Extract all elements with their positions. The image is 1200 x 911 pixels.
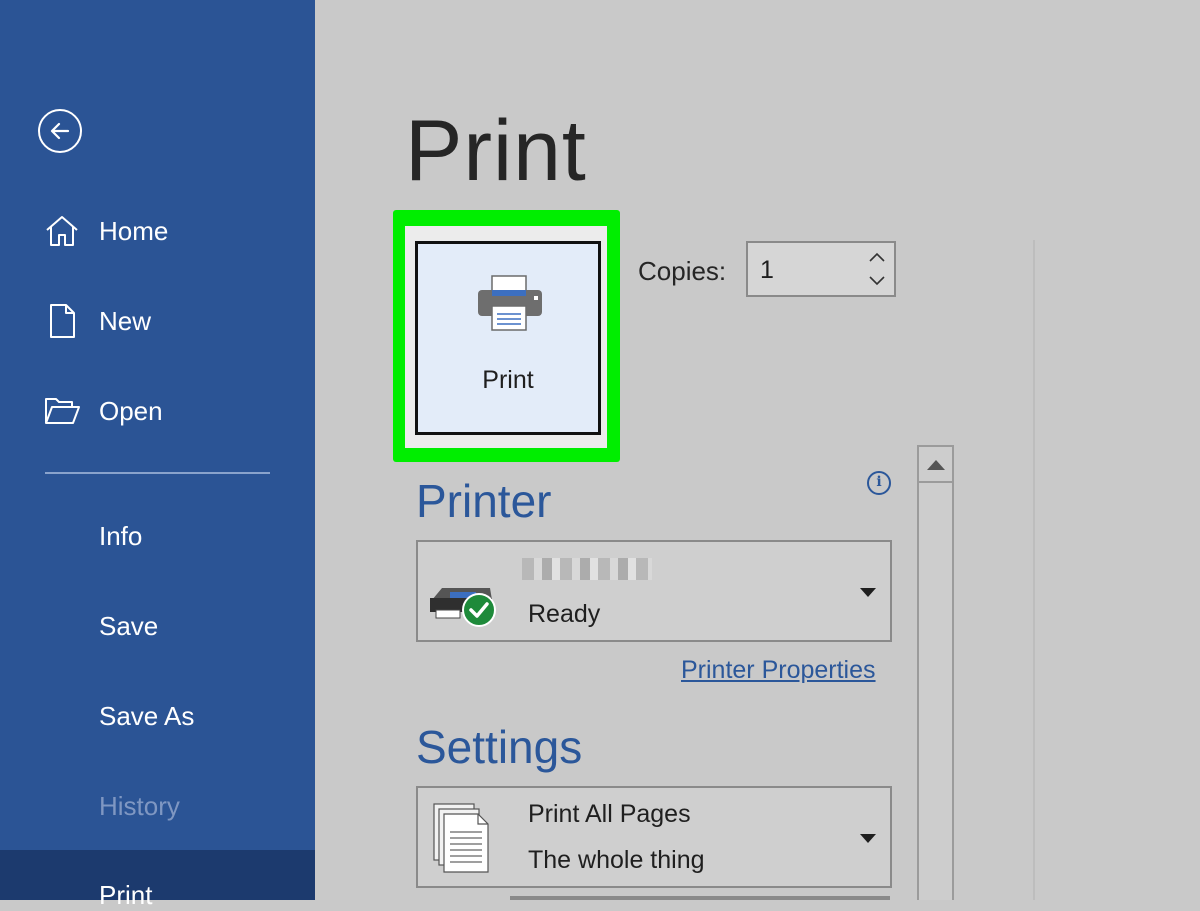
scroll-up-arrow-icon (927, 460, 945, 470)
sidebar-item-label: Info (99, 520, 143, 551)
new-document-icon (50, 304, 75, 338)
open-folder-icon (45, 398, 80, 424)
print-pages-dropdown[interactable]: Print All Pages The whole thing (416, 786, 892, 888)
printer-ready-icon (430, 588, 496, 627)
sidebar-item-label: Open (99, 395, 163, 426)
back-arrow-icon (50, 122, 70, 140)
chevron-up-icon[interactable] (866, 250, 888, 266)
print-button-label: Print (482, 366, 534, 394)
dropdown-arrow-icon (860, 588, 876, 597)
page-title: Print (405, 103, 587, 199)
sidebar-item-save[interactable]: Save (0, 596, 315, 656)
printer-icon (478, 275, 542, 331)
info-icon[interactable]: i (867, 471, 891, 495)
home-icon (46, 216, 78, 246)
pages-icon (433, 803, 489, 873)
scroll-up-button[interactable] (919, 447, 952, 483)
sidebar-divider (45, 472, 270, 474)
sidebar-item-new[interactable]: New (0, 291, 315, 351)
copies-value[interactable]: 1 (760, 256, 774, 285)
printer-properties-link[interactable]: Printer Properties (681, 656, 876, 685)
printer-status: Ready (528, 600, 601, 628)
pages-setting-description: The whole thing (528, 846, 705, 874)
preview-pane-divider (1033, 240, 1035, 900)
printer-dropdown[interactable]: Ready (416, 540, 892, 642)
sidebar-item-open[interactable]: Open (0, 381, 315, 441)
sidebar-item-label: History (99, 790, 180, 821)
back-button[interactable] (38, 109, 82, 153)
sidebar-item-label: New (99, 305, 152, 336)
dropdown-arrow-icon (860, 834, 876, 843)
chevron-down-icon[interactable] (866, 272, 888, 288)
next-dropdown-edge (510, 896, 890, 900)
print-button[interactable]: Print (415, 241, 601, 435)
sidebar-item-label: Home (99, 215, 169, 246)
copies-label: Copies: (638, 256, 727, 286)
sidebar-item-label: Print (99, 880, 153, 910)
sidebar-item-history: History (0, 776, 315, 836)
settings-heading: Settings (416, 721, 583, 773)
backstage-sidebar: Home New Open Info Save Save As History … (0, 0, 315, 910)
sidebar-item-save-as[interactable]: Save As (0, 686, 315, 746)
sidebar-item-home[interactable]: Home (0, 201, 315, 261)
settings-scrollbar[interactable] (917, 445, 954, 900)
sidebar-item-label: Save As (99, 700, 195, 731)
printer-heading: Printer (416, 475, 552, 527)
printer-name-redacted (522, 558, 652, 580)
sidebar-item-print[interactable]: Print (0, 850, 315, 910)
sidebar-item-label: Save (99, 610, 159, 641)
pages-setting-title: Print All Pages (528, 800, 691, 828)
copies-stepper[interactable]: 1 (746, 241, 896, 297)
sidebar-item-info[interactable]: Info (0, 506, 315, 566)
